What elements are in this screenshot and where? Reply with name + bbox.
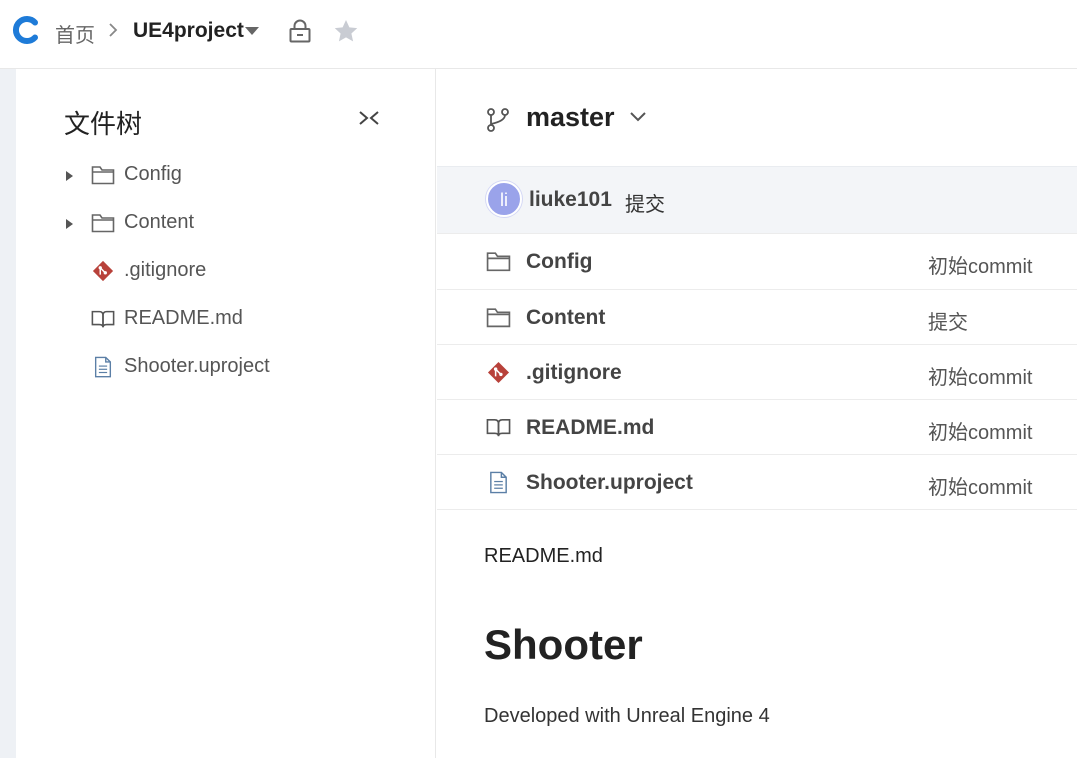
tree-item-label: Content [124, 211, 195, 233]
lock-icon[interactable] [288, 19, 312, 43]
file-icon [490, 471, 507, 494]
file-row-uproject[interactable]: Shooter.uproject 初始commit [437, 454, 1077, 510]
file-commit-message[interactable]: 提交 [928, 306, 968, 335]
file-tree-title: 文件树 [64, 109, 143, 139]
file-name[interactable]: Config [526, 250, 592, 274]
file-row-readme[interactable]: README.md 初始commit [437, 399, 1077, 455]
git-icon [92, 260, 114, 282]
tree-item-uproject[interactable]: Shooter.uproject [64, 353, 394, 383]
branch-selector[interactable]: master [526, 102, 615, 133]
repo-main: master li liuke101 提交 Config 初始commit Co… [437, 69, 1077, 758]
chevron-right-icon [109, 23, 118, 37]
readme-heading: Shooter [484, 621, 643, 668]
file-tree-panel: 文件树 Config Content .gitignore README.md … [16, 69, 436, 758]
tree-item-readme[interactable]: README.md [64, 305, 394, 335]
file-name[interactable]: .gitignore [526, 361, 622, 385]
breadcrumb-home[interactable]: 首页 [55, 19, 95, 48]
folder-icon [486, 252, 511, 272]
tree-item-content[interactable]: Content [64, 209, 394, 239]
file-commit-message[interactable]: 初始commit [928, 250, 1032, 279]
side-strip [0, 69, 16, 758]
chevron-down-icon[interactable] [630, 112, 646, 122]
collapse-panel-icon[interactable] [358, 109, 380, 127]
readme-paragraph: Developed with Unreal Engine 4 [484, 705, 770, 727]
commit-message[interactable]: 提交 [625, 188, 665, 217]
caret-right-icon[interactable] [64, 218, 74, 230]
app-logo-icon[interactable] [10, 14, 42, 46]
tree-item-label: .gitignore [124, 259, 207, 281]
file-commit-message[interactable]: 初始commit [928, 361, 1032, 390]
caret-right-icon[interactable] [64, 170, 74, 182]
file-name[interactable]: Shooter.uproject [526, 471, 693, 495]
file-row-config[interactable]: Config 初始commit [437, 233, 1077, 289]
folder-icon [486, 308, 511, 328]
breadcrumb-project[interactable]: UE4project [133, 19, 244, 43]
branch-icon [487, 108, 509, 132]
folder-icon [91, 214, 115, 233]
book-icon [91, 310, 115, 328]
caret-down-icon[interactable] [244, 26, 260, 36]
tree-item-label: README.md [124, 307, 243, 329]
book-icon [486, 418, 511, 437]
file-row-gitignore[interactable]: .gitignore 初始commit [437, 344, 1077, 400]
file-commit-message[interactable]: 初始commit [928, 471, 1032, 500]
latest-commit-bar: li liuke101 提交 [437, 166, 1077, 233]
readme-filename: README.md [484, 545, 603, 567]
folder-icon [91, 166, 115, 185]
avatar[interactable]: li [486, 181, 522, 217]
divider [437, 509, 1077, 510]
tree-item-label: Shooter.uproject [124, 355, 270, 377]
file-icon [94, 356, 112, 378]
git-icon [487, 361, 510, 384]
file-commit-message[interactable]: 初始commit [928, 416, 1032, 445]
tree-item-config[interactable]: Config [64, 161, 394, 191]
file-name[interactable]: Content [526, 306, 605, 330]
tree-item-label: Config [124, 163, 182, 185]
tree-item-gitignore[interactable]: .gitignore [64, 257, 394, 287]
file-name[interactable]: README.md [526, 416, 654, 440]
top-bar: 首页 UE4project [0, 0, 1077, 69]
commit-author[interactable]: liuke101 [529, 188, 612, 212]
star-icon[interactable] [332, 18, 360, 45]
file-row-content[interactable]: Content 提交 [437, 289, 1077, 345]
